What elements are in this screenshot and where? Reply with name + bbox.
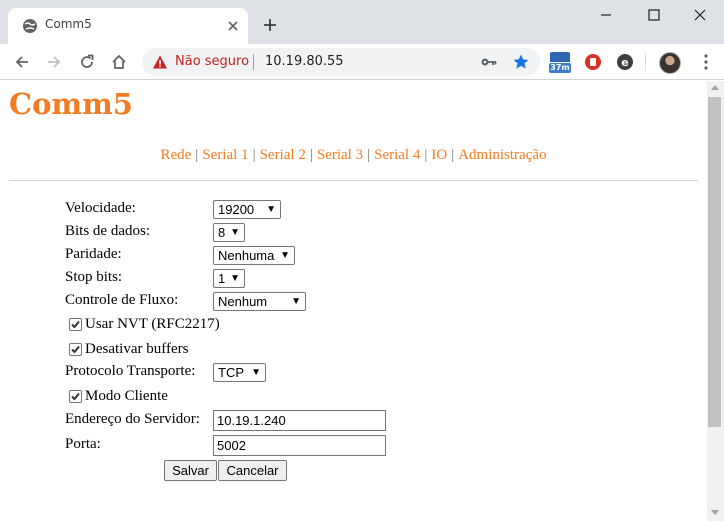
- servidor-input[interactable]: 10.19.1.240: [213, 410, 386, 431]
- extension-e-icon[interactable]: e: [615, 52, 635, 72]
- buffers-checkbox[interactable]: [69, 343, 82, 356]
- svg-text:e: e: [621, 56, 628, 69]
- main-nav: Rede | Serial 1 | Serial 2 | Serial 3 | Serial 4…: [0, 147, 707, 164]
- cliente-checkbox[interactable]: [69, 390, 82, 403]
- dropdown-arrow-icon: ▼: [280, 250, 290, 261]
- page-scrollbar[interactable]: [707, 81, 724, 521]
- nav-link-rede[interactable]: Rede: [160, 147, 191, 163]
- dropdown-arrow-icon: ▼: [230, 227, 240, 238]
- reload-icon[interactable]: [78, 53, 96, 71]
- bits-select[interactable]: 8 ▼: [213, 223, 245, 242]
- buffers-label: Desativar buffers: [85, 341, 189, 357]
- profile-avatar[interactable]: [659, 52, 681, 74]
- key-icon[interactable]: [480, 55, 498, 69]
- url-text[interactable]: 10.19.80.55: [265, 54, 344, 69]
- bits-value: 8: [218, 225, 226, 240]
- dropdown-arrow-icon: ▼: [266, 204, 276, 215]
- browser-toolbar: Não seguro 10.19.80.55 37m e: [0, 44, 724, 80]
- browser-titlebar: Comm5: [0, 0, 724, 44]
- toolbar-divider: [645, 53, 646, 71]
- nav-separator: |: [252, 147, 256, 163]
- nav-separator: |: [309, 147, 313, 163]
- dropdown-arrow-icon: ▼: [251, 367, 261, 378]
- servidor-value: 10.19.1.240: [217, 413, 286, 428]
- cliente-label: Modo Cliente: [85, 388, 168, 404]
- fluxo-select[interactable]: Nenhum ▼: [213, 292, 306, 311]
- nav-link-serial-4[interactable]: Serial 4: [374, 147, 420, 163]
- protocolo-label: Protocolo Transporte:: [65, 363, 196, 379]
- fluxo-label: Controle de Fluxo:: [65, 292, 179, 308]
- protocolo-select[interactable]: TCP ▼: [213, 363, 266, 382]
- velocidade-label: Velocidade:: [65, 200, 136, 216]
- servidor-label: Endereço do Servidor:: [65, 411, 200, 427]
- extension-timer-icon[interactable]: 37m: [549, 52, 571, 73]
- address-separator: [253, 54, 254, 70]
- nav-separator: |: [367, 147, 371, 163]
- nav-link-serial-1[interactable]: Serial 1: [202, 147, 248, 163]
- nav-separator: |: [195, 147, 199, 163]
- forward-icon[interactable]: [45, 53, 63, 71]
- protocolo-value: TCP: [218, 365, 244, 380]
- minimize-icon[interactable]: [596, 6, 616, 24]
- nav-separator: |: [424, 147, 428, 163]
- checkmark-icon: [71, 320, 80, 329]
- porta-input[interactable]: 5002: [213, 435, 386, 456]
- maximize-icon[interactable]: [644, 6, 664, 24]
- stopbits-value: 1: [218, 271, 226, 286]
- extension-badge: 37m: [549, 63, 571, 73]
- dropdown-arrow-icon: ▼: [291, 296, 301, 307]
- brand-title: Comm5: [9, 87, 133, 121]
- cancel-button[interactable]: Cancelar: [218, 460, 287, 481]
- address-bar[interactable]: Não seguro 10.19.80.55: [142, 48, 540, 76]
- dropdown-arrow-icon: ▼: [230, 273, 240, 284]
- porta-label: Porta:: [65, 436, 101, 452]
- menu-kebab-icon[interactable]: [703, 53, 709, 71]
- stopbits-label: Stop bits:: [65, 269, 123, 285]
- security-label[interactable]: Não seguro: [175, 54, 249, 69]
- browser-tab[interactable]: Comm5: [8, 8, 248, 44]
- checkmark-icon: [71, 392, 80, 401]
- stopbits-select[interactable]: 1 ▼: [213, 269, 245, 288]
- nav-link-io[interactable]: IO: [431, 147, 447, 163]
- paridade-select[interactable]: Nenhuma ▼: [213, 246, 295, 265]
- nav-separator: |: [451, 147, 455, 163]
- bits-label: Bits de dados:: [65, 223, 150, 239]
- fluxo-value: Nenhum: [218, 294, 268, 309]
- nav-link-administracao[interactable]: Administração: [458, 147, 546, 163]
- nvt-label: Usar NVT (RFC2217): [85, 316, 220, 332]
- paridade-value: Nenhuma: [218, 248, 275, 263]
- checkmark-icon: [71, 345, 80, 354]
- close-tab-icon[interactable]: [226, 19, 240, 33]
- extension-red-icon[interactable]: [583, 52, 603, 72]
- header-divider: [9, 180, 698, 181]
- nvt-checkbox[interactable]: [69, 318, 82, 331]
- bookmark-star-icon[interactable]: [512, 53, 530, 71]
- globe-icon: [23, 19, 37, 33]
- page-viewport: Comm5 Rede | Serial 1 | Serial 2 | Serial 3 | Se…: [0, 81, 707, 521]
- scroll-down-icon[interactable]: [711, 510, 719, 515]
- porta-value: 5002: [217, 438, 246, 453]
- new-tab-icon[interactable]: [262, 17, 278, 33]
- paridade-label: Paridade:: [65, 246, 122, 262]
- tab-title: Comm5: [45, 17, 92, 31]
- warning-icon[interactable]: [152, 54, 168, 70]
- velocidade-select[interactable]: 19200 ▼: [213, 200, 281, 219]
- nav-link-serial-3[interactable]: Serial 3: [317, 147, 363, 163]
- velocidade-value: 19200: [218, 202, 255, 217]
- save-button[interactable]: Salvar: [164, 460, 217, 481]
- scroll-up-icon[interactable]: [711, 85, 719, 90]
- close-window-icon[interactable]: [690, 6, 710, 24]
- back-icon[interactable]: [13, 53, 31, 71]
- home-icon[interactable]: [110, 53, 128, 71]
- nav-link-serial-2[interactable]: Serial 2: [260, 147, 306, 163]
- scroll-thumb[interactable]: [708, 97, 721, 427]
